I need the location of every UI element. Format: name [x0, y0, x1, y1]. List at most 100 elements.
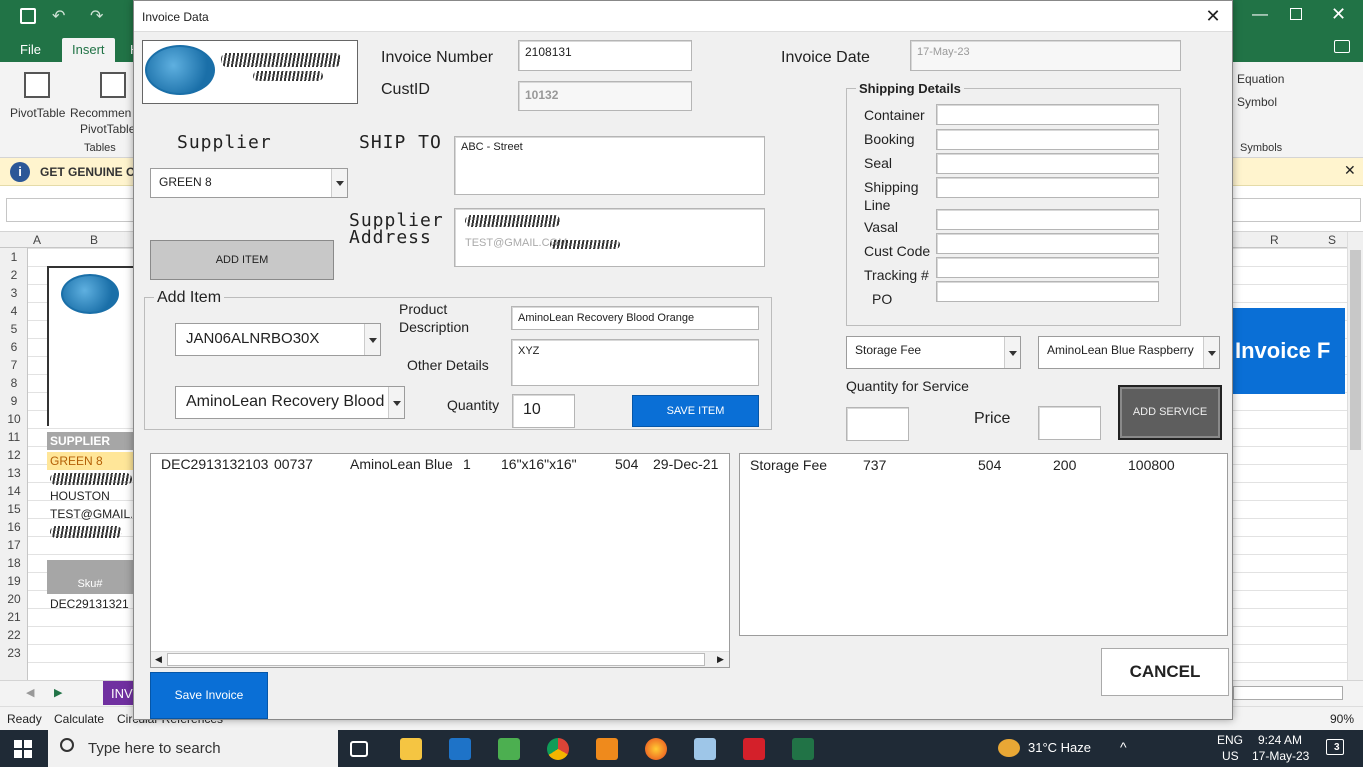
chevron-down-icon[interactable] — [331, 169, 347, 197]
cell-sku-header[interactable]: Sku# — [47, 578, 133, 594]
chrome-icon[interactable] — [547, 738, 569, 760]
row-header[interactable]: 18 — [0, 556, 28, 570]
lang-secondary[interactable]: US — [1222, 749, 1239, 763]
items-listbox[interactable]: DEC2913132103 00737 AminoLean Blue 1 16"… — [150, 453, 730, 668]
price-field[interactable] — [1038, 406, 1101, 440]
pivot-table-icon[interactable] — [24, 72, 50, 98]
excel-icon[interactable] — [792, 738, 814, 760]
row-header[interactable]: 2 — [0, 268, 28, 282]
save-icon[interactable] — [20, 8, 36, 24]
scroll-thumb[interactable] — [167, 653, 705, 666]
scroll-left-icon[interactable]: ◀ — [155, 654, 162, 665]
cancel-button[interactable]: CANCEL — [1101, 648, 1229, 696]
row-header[interactable]: 19 — [0, 574, 28, 588]
firefox-icon[interactable] — [645, 738, 667, 760]
row-header[interactable]: 15 — [0, 502, 28, 516]
clock-time[interactable]: 9:24 AM — [1258, 733, 1302, 747]
recommended-pivot-icon[interactable] — [100, 72, 126, 98]
invoice-number-field[interactable]: 2108131 — [518, 40, 692, 71]
row-header[interactable]: 1 — [0, 250, 28, 264]
file-explorer-icon[interactable] — [400, 738, 422, 760]
task-view-icon[interactable] — [350, 741, 368, 757]
row-header[interactable]: 6 — [0, 340, 28, 354]
sheet-prev-icon[interactable]: ◀ — [26, 686, 34, 699]
sheet-next-icon[interactable]: ▶ — [54, 686, 62, 699]
cell-supplier-name[interactable]: GREEN 8 — [47, 452, 133, 470]
cell-supplier-header[interactable]: SUPPLIER — [47, 432, 133, 450]
undo-icon[interactable]: ↶ — [52, 6, 65, 26]
cell-city[interactable]: HOUSTON — [50, 489, 110, 503]
quantity-service-field[interactable] — [846, 407, 909, 441]
supplier-address-field[interactable]: TEST@GMAIL.COM — [454, 208, 765, 267]
chevron-down-icon[interactable] — [364, 324, 380, 355]
row-header[interactable]: 5 — [0, 322, 28, 336]
supplier-combo[interactable]: GREEN 8 — [150, 168, 348, 198]
custid-field[interactable]: 10132 — [518, 81, 692, 111]
row-header[interactable]: 23 — [0, 646, 28, 660]
tab-insert[interactable]: Insert — [62, 38, 115, 62]
chevron-down-icon[interactable] — [1203, 337, 1219, 368]
col-a[interactable]: A — [33, 233, 41, 247]
row-header[interactable]: 21 — [0, 610, 28, 624]
container-field[interactable] — [936, 104, 1159, 125]
chevron-down-icon[interactable] — [1004, 337, 1020, 368]
row-header[interactable]: 3 — [0, 286, 28, 300]
row-header[interactable]: 10 — [0, 412, 28, 426]
tab-file[interactable]: File — [10, 38, 51, 62]
save-item-button[interactable]: SAVE ITEM — [632, 395, 759, 427]
weather-text[interactable]: 31°C Haze — [1028, 740, 1091, 755]
acrobat-icon[interactable] — [743, 738, 765, 760]
row-header[interactable]: 9 — [0, 394, 28, 408]
minimize-icon[interactable]: — — [1252, 6, 1268, 24]
tracking-field[interactable] — [936, 257, 1159, 278]
cell-email[interactable]: TEST@GMAIL.C — [50, 507, 132, 521]
recommended-label[interactable]: Recommen — [70, 106, 131, 120]
table-row[interactable]: DEC2913132103 00737 AminoLean Blue 1 16"… — [151, 454, 729, 476]
row-header[interactable]: 12 — [0, 448, 28, 462]
sublime-icon[interactable] — [596, 738, 618, 760]
row-header[interactable]: 20 — [0, 592, 28, 606]
ship-to-field[interactable]: ABC - Street — [454, 136, 765, 195]
row-header[interactable]: 4 — [0, 304, 28, 318]
tray-chevron-icon[interactable]: ^ — [1120, 739, 1127, 755]
service-combo[interactable]: Storage Fee — [846, 336, 1021, 369]
close-icon[interactable]: ✕ — [1331, 4, 1346, 25]
dialog-close-icon[interactable]: ✕ — [1202, 5, 1224, 27]
po-field[interactable] — [936, 281, 1159, 302]
notepad-icon[interactable] — [498, 738, 520, 760]
row-header[interactable]: 8 — [0, 376, 28, 390]
sku-combo[interactable]: JAN06ALNRBO30X — [175, 323, 381, 356]
pivot-table-label[interactable]: PivotTable — [10, 106, 65, 120]
booking-field[interactable] — [936, 129, 1159, 150]
message-close-icon[interactable]: ✕ — [1344, 162, 1356, 179]
windows-start-icon[interactable] — [14, 740, 32, 758]
status-calculate[interactable]: Calculate — [54, 712, 104, 726]
zoom-level[interactable]: 90% — [1330, 712, 1354, 726]
row-header[interactable]: 16 — [0, 520, 28, 534]
comments-icon[interactable] — [1334, 40, 1350, 53]
quantity-field[interactable]: 10 — [512, 394, 575, 428]
services-listbox[interactable]: Storage Fee 737 504 200 100800 — [739, 453, 1228, 636]
service-product-combo[interactable]: AminoLean Blue Raspberry — [1038, 336, 1220, 369]
weather-icon[interactable] — [998, 739, 1020, 757]
chevron-down-icon[interactable] — [388, 387, 404, 418]
shipping-line-field[interactable] — [936, 177, 1159, 198]
vasal-field[interactable] — [936, 209, 1159, 230]
recommended-label-2[interactable]: PivotTable — [80, 122, 135, 136]
seal-field[interactable] — [936, 153, 1159, 174]
clock-date[interactable]: 17-May-23 — [1252, 749, 1309, 763]
row-header[interactable]: 13 — [0, 466, 28, 480]
symbol-button[interactable]: Symbol — [1237, 95, 1277, 109]
restore-icon[interactable] — [1290, 8, 1302, 20]
row-header[interactable]: 17 — [0, 538, 28, 552]
other-details-field[interactable]: XYZ — [511, 339, 759, 386]
row-header[interactable]: 7 — [0, 358, 28, 372]
product-combo[interactable]: AminoLean Recovery Blood ( — [175, 386, 405, 419]
mail-icon[interactable] — [449, 738, 471, 760]
add-item-button[interactable]: ADD ITEM — [150, 240, 334, 280]
app-icon[interactable] — [694, 738, 716, 760]
col-r[interactable]: R — [1270, 233, 1279, 247]
invoice-date-field[interactable]: 17-May-23 — [910, 40, 1181, 71]
vertical-scrollbar[interactable] — [1347, 232, 1363, 680]
col-b[interactable]: B — [90, 233, 98, 247]
